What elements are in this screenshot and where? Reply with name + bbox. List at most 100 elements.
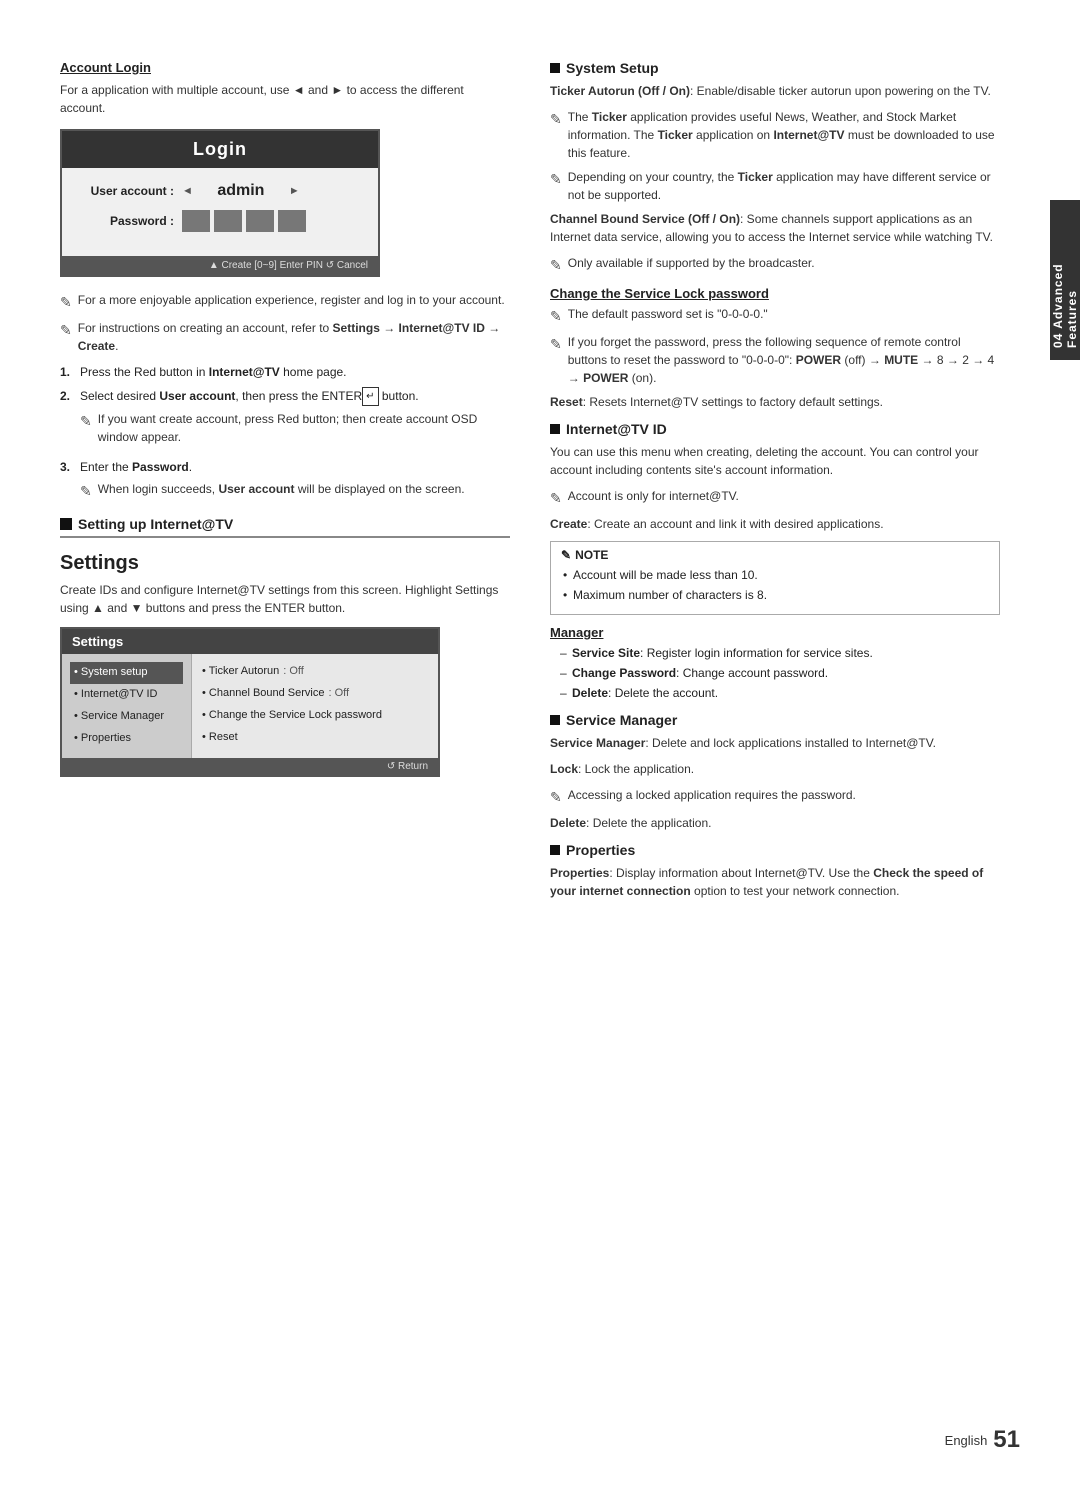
enter-icon-1: ↵: [362, 387, 378, 406]
channel-bound-value: : Off: [328, 684, 349, 704]
properties-heading-text: Properties: [566, 842, 635, 858]
internet-tv-id-heading-text: Internet@TV ID: [566, 421, 667, 437]
side-tab: 04 Advanced Features: [1050, 200, 1080, 360]
step-2-note: ✎ If you want create account, press Red …: [80, 410, 510, 446]
channel-bound-note-text: Only available if supported by the broad…: [568, 254, 815, 276]
properties-heading: Properties: [550, 842, 1000, 858]
internet-tv-id-square-icon: [550, 424, 560, 434]
internet-tv-id-heading: Internet@TV ID: [550, 421, 1000, 437]
settings-right-panel: • Ticker Autorun : Off • Channel Bound S…: [192, 654, 438, 757]
note-icon-1: ✎: [60, 292, 72, 313]
note-box-list: Account will be made less than 10. Maxim…: [561, 566, 989, 604]
step-2-note-text: If you want create account, press Red bu…: [98, 410, 510, 446]
manager-item-2: Change Password: Change account password…: [560, 664, 1000, 682]
system-setup-section: System Setup Ticker Autorun (Off / On): …: [550, 60, 1000, 411]
internet-tv-id-note: ✎ Account is only for internet@TV.: [550, 487, 1000, 509]
login-dialog-body: User account : ◄ admin ► Password :: [62, 168, 378, 256]
lock-desc: Lock: Lock the application.: [550, 760, 1000, 778]
channel-bound-desc: Channel Bound Service (Off / On): Some c…: [550, 210, 1000, 246]
user-account-row: User account : ◄ admin ►: [82, 182, 358, 200]
password-dot-2: [214, 210, 242, 232]
step-3-num: 3.: [60, 458, 74, 476]
menu-item-service-manager: • Service Manager: [70, 706, 183, 728]
properties-desc: Properties: Display information about In…: [550, 864, 1000, 900]
password-row: Password :: [82, 210, 358, 232]
lock-note-2: ✎ If you forget the password, press the …: [550, 333, 1000, 387]
note-box-item-1: Account will be made less than 10.: [561, 566, 989, 584]
manager-item-1: Service Site: Register login information…: [560, 644, 1000, 662]
account-note-2-text: For instructions on creating an account,…: [78, 319, 510, 355]
login-dialog-footer: ▲ Create [0~9] Enter PIN ↺ Cancel: [62, 256, 378, 275]
lock-note-1: ✎ The default password set is "0-0-0-0.": [550, 305, 1000, 327]
note-icon-7: ✎: [550, 255, 562, 276]
step-1-text: Press the Red button in Internet@TV home…: [80, 363, 347, 381]
channel-bound-note: ✎ Only available if supported by the bro…: [550, 254, 1000, 276]
service-manager-square-icon: [550, 715, 560, 725]
service-manager-heading: Service Manager: [550, 712, 1000, 728]
manager-list: Service Site: Register login information…: [550, 644, 1000, 702]
ticker-note-1-text: The Ticker application provides useful N…: [568, 108, 1000, 162]
note-icon-12: ✎: [550, 787, 562, 808]
create-desc: Create: Create an account and link it wi…: [550, 515, 1000, 533]
password-label: Password :: [82, 214, 182, 228]
setting-up-heading: Setting up Internet@TV: [78, 516, 233, 532]
settings-desc: Create IDs and configure Internet@TV set…: [60, 581, 510, 617]
account-login-body: For a application with multiple account,…: [60, 81, 510, 117]
system-setup-heading: System Setup: [550, 60, 1000, 76]
password-dot-1: [182, 210, 210, 232]
settings-left-menu: • System setup • Internet@TV ID • Servic…: [62, 654, 192, 757]
username-display: admin: [201, 182, 281, 200]
lock-note-3-text: Accessing a locked application requires …: [568, 786, 856, 808]
delete-desc: Delete: Delete the application.: [550, 814, 1000, 832]
manager-subtitle: Manager: [550, 625, 1000, 640]
system-setup-heading-text: System Setup: [566, 60, 659, 76]
reset-label: • Reset: [202, 728, 238, 748]
ticker-note-1: ✎ The Ticker application provides useful…: [550, 108, 1000, 162]
login-dialog: Login User account : ◄ admin ► Password …: [60, 129, 380, 277]
lock-note-3: ✎ Accessing a locked application require…: [550, 786, 1000, 808]
ticker-note-2: ✎ Depending on your country, the Ticker …: [550, 168, 1000, 204]
user-account-label: User account :: [82, 184, 182, 198]
user-account-value: ◄ admin ►: [182, 182, 300, 200]
password-dot-4: [278, 210, 306, 232]
manager-item-3: Delete: Delete the account.: [560, 684, 1000, 702]
note-icon-2: ✎: [60, 320, 72, 355]
note-icon-3: ✎: [80, 411, 92, 446]
properties-section: Properties Properties: Display informati…: [550, 842, 1000, 900]
password-dot-3: [246, 210, 274, 232]
note-box-title: ✎ NOTE: [561, 548, 989, 562]
system-setup-square-icon: [550, 63, 560, 73]
account-note-2: ✎ For instructions on creating an accoun…: [60, 319, 510, 355]
step-3-note-text: When login succeeds, User account will b…: [98, 480, 465, 502]
page-footer: English 51: [945, 1426, 1020, 1454]
password-value: [182, 210, 306, 232]
note-icon-11: ✎: [561, 548, 571, 562]
change-lock-subtitle: Change the Service Lock password: [550, 286, 1000, 301]
change-lock-item: • Change the Service Lock password: [202, 706, 428, 726]
step-2: 2. Select desired User account, then pre…: [60, 387, 510, 452]
internet-tv-id-desc: You can use this menu when creating, del…: [550, 443, 1000, 479]
settings-main-title: Settings: [60, 552, 510, 575]
step-2-text: Select desired User account, then press …: [80, 387, 419, 406]
service-manager-section: Service Manager Service Manager: Delete …: [550, 712, 1000, 832]
login-dialog-title: Login: [62, 131, 378, 168]
internet-tv-id-section: Internet@TV ID You can use this menu whe…: [550, 421, 1000, 702]
step-1: 1. Press the Red button in Internet@TV h…: [60, 363, 510, 381]
ticker-note-2-text: Depending on your country, the Ticker ap…: [568, 168, 1000, 204]
note-box-title-text: NOTE: [575, 548, 608, 562]
lock-note-2-text: If you forget the password, press the fo…: [568, 333, 1000, 387]
note-icon-4: ✎: [80, 481, 92, 502]
left-column: Account Login For a application with mul…: [60, 60, 510, 1434]
ticker-autorun-label: • Ticker Autorun: [202, 662, 279, 682]
settings-dialog-footer: ↺ Return: [62, 758, 438, 775]
note-icon-9: ✎: [550, 334, 562, 387]
settings-dialog-title: Settings: [62, 629, 438, 654]
step-1-num: 1.: [60, 363, 74, 381]
properties-square-icon: [550, 845, 560, 855]
channel-bound-label: • Channel Bound Service: [202, 684, 324, 704]
page-number: 51: [993, 1426, 1020, 1454]
settings-dialog-body: • System setup • Internet@TV ID • Servic…: [62, 654, 438, 757]
lock-note-1-text: The default password set is "0-0-0-0.": [568, 305, 768, 327]
ticker-autorun-value: : Off: [283, 662, 304, 682]
channel-bound-item: • Channel Bound Service : Off: [202, 684, 428, 704]
